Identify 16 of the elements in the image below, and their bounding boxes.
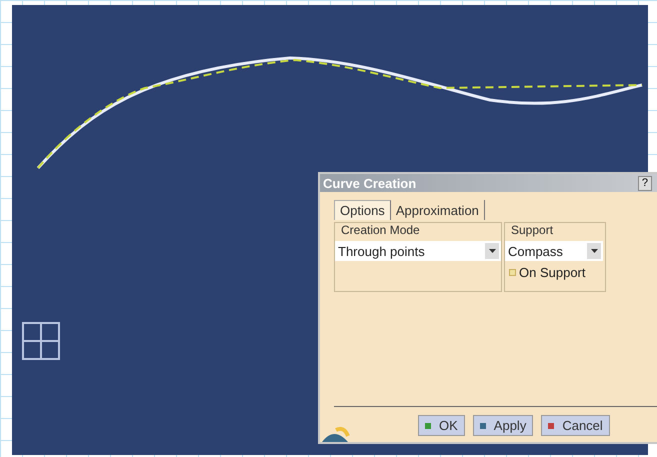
support-dropdown[interactable]: Compass — [505, 241, 603, 261]
caret-icon — [590, 249, 598, 253]
tab[interactable]: Approximation — [390, 200, 485, 220]
dialog-title: Curve Creation — [322, 176, 416, 190]
tab[interactable]: Options — [334, 200, 391, 220]
dialog-button[interactable]: Cancel — [541, 415, 610, 436]
creation-mode-dropdown[interactable]: Through points — [335, 241, 501, 261]
grid-icon — [22, 322, 60, 360]
dialog-button[interactable]: Apply — [472, 415, 534, 436]
help-button[interactable]: ? — [638, 176, 652, 190]
dialog-button[interactable]: OK — [418, 415, 465, 436]
on-support-checkbox[interactable]: On Support — [505, 265, 605, 280]
compass-icon — [320, 424, 350, 442]
group-label: Creation Mode — [340, 223, 421, 237]
group-label: Support — [510, 223, 554, 237]
caret-icon — [488, 249, 496, 253]
